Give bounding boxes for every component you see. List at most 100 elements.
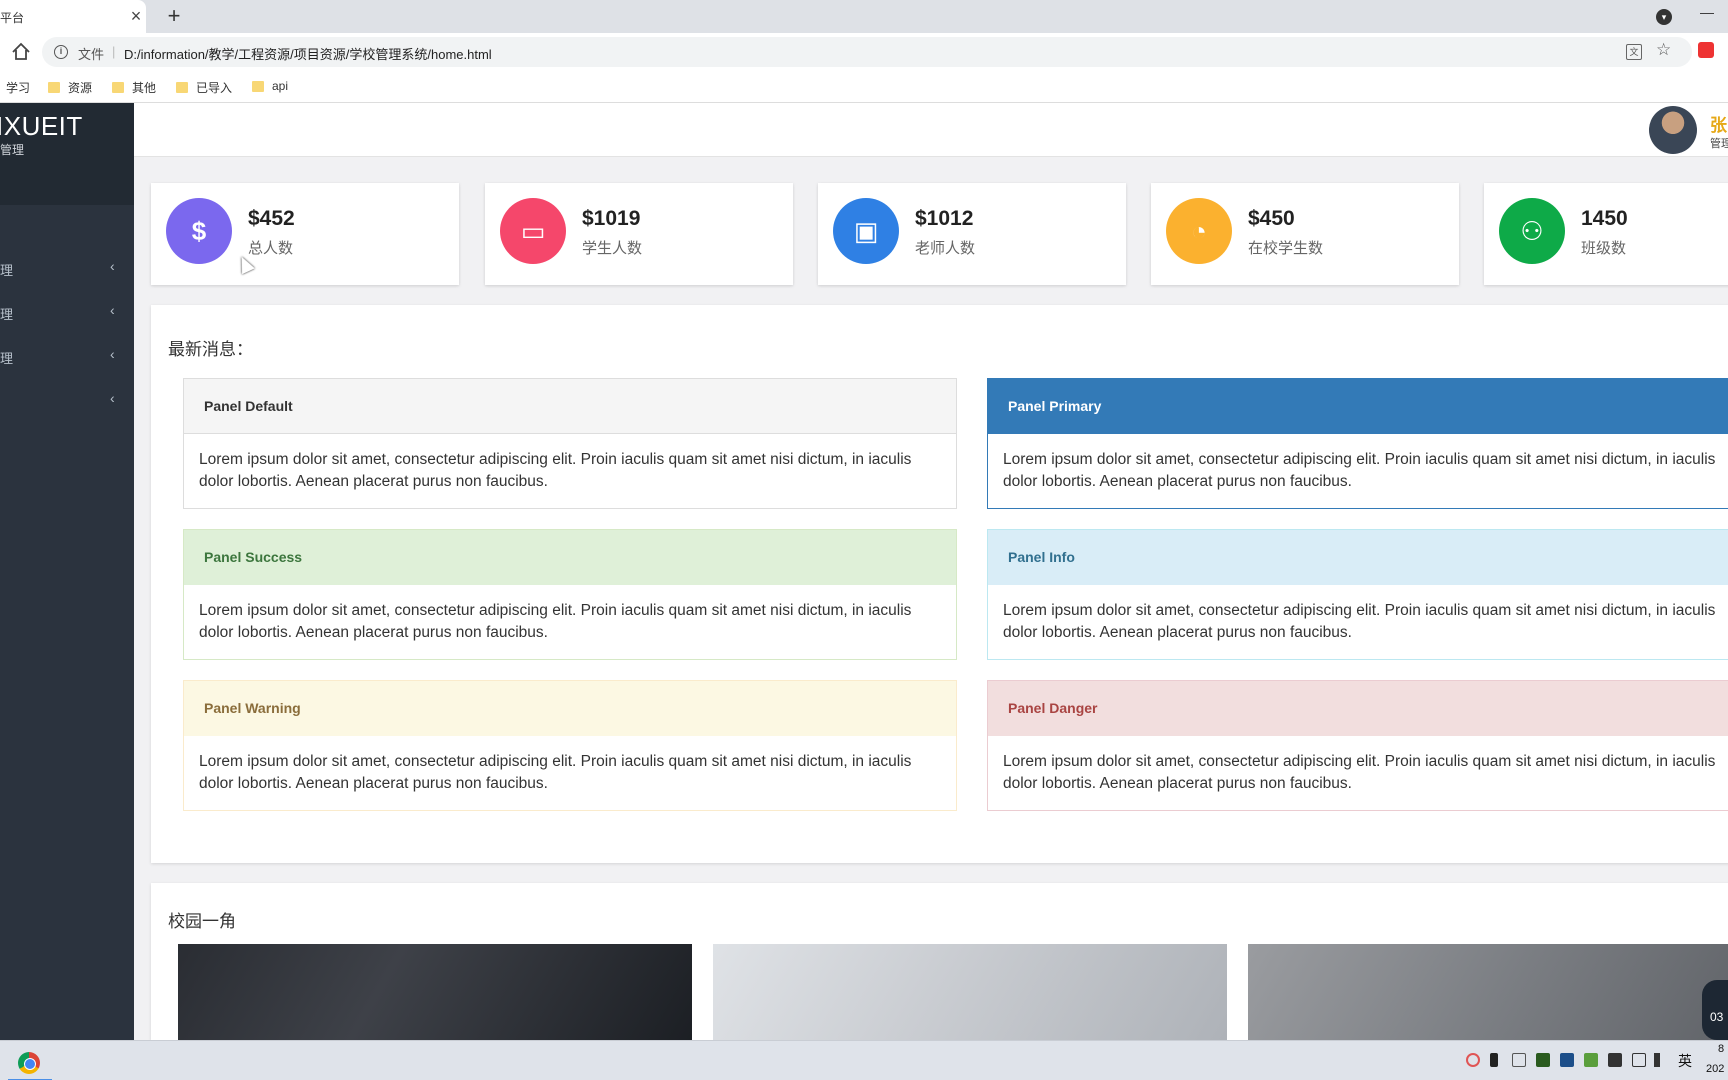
stat-card-classes: ⚇ 1450 班级数: [1484, 183, 1728, 285]
nvidia-icon[interactable]: [1536, 1053, 1550, 1067]
folder-icon: [176, 82, 188, 93]
browser-tabstrip: 平台 × + ▾ —: [0, 0, 1728, 33]
bookmark-star-icon[interactable]: ☆: [1656, 40, 1671, 60]
users-icon: ⚇: [1499, 198, 1565, 264]
news-box: 最新消息： Panel Default Lorem ipsum dolor si…: [151, 305, 1728, 863]
panel-success: Panel Success Lorem ipsum dolor sit amet…: [183, 529, 957, 660]
bookmarks-bar: 学习 资源 其他 已导入 api: [0, 71, 1728, 103]
gallery-title: 校园一角: [168, 912, 236, 931]
translate-icon[interactable]: 文: [1626, 44, 1642, 60]
stat-card-teachers: ▣ $1012 老师人数: [818, 183, 1126, 285]
brand[interactable]: IXUEIT 管理: [0, 103, 134, 165]
brand-subtitle: 管理: [0, 143, 25, 157]
stat-value: $1019: [582, 207, 641, 230]
stat-value: $452: [248, 207, 295, 230]
sidebar-item-label: 理: [0, 307, 14, 322]
microphone-icon[interactable]: [1490, 1053, 1498, 1067]
pie-chart-icon: ◔: [1166, 198, 1232, 264]
panel-warning: Panel Warning Lorem ipsum dolor sit amet…: [183, 680, 957, 811]
url-text[interactable]: D:/information/教学/工程资源/项目资源/学校管理系统/home.…: [124, 44, 492, 63]
clock-date[interactable]: 202: [1706, 1063, 1724, 1075]
network-icon[interactable]: [1632, 1053, 1646, 1067]
bookmark-label: api: [272, 79, 289, 93]
panel-heading: Panel Warning: [184, 681, 956, 736]
laptop-icon: ▭: [500, 198, 566, 264]
sidebar-item[interactable]: 理 ‹: [0, 338, 134, 374]
stat-label: 学生人数: [582, 240, 643, 257]
stat-label: 总人数: [248, 240, 294, 257]
taskbar: 英 8 202: [0, 1040, 1728, 1080]
panel-body: Lorem ipsum dolor sit amet, consectetur …: [1003, 753, 1716, 792]
panel-info: Panel Info Lorem ipsum dolor sit amet, c…: [987, 529, 1728, 660]
bookmark-label: 已导入: [196, 81, 233, 95]
chrome-taskbar-button[interactable]: [8, 1045, 52, 1080]
panel-heading: Panel Danger: [988, 681, 1728, 736]
home-icon[interactable]: [8, 39, 34, 65]
url-scheme-label: 文件: [78, 47, 105, 62]
chevron-left-icon: ‹: [110, 390, 115, 406]
stat-label: 班级数: [1581, 240, 1627, 257]
new-tab-button[interactable]: +: [160, 2, 188, 30]
chrome-icon: [18, 1052, 40, 1074]
input-method-indicator[interactable]: 英: [1678, 1051, 1692, 1071]
campus-photo[interactable]: [178, 944, 692, 1040]
sidebar: IXUEIT 管理 理 ‹ 理 ‹ 理 ‹ ‹: [0, 103, 134, 1040]
avatar[interactable]: [1649, 106, 1697, 154]
panel-body: Lorem ipsum dolor sit amet, consectetur …: [1003, 451, 1716, 490]
security-icon[interactable]: [1584, 1053, 1598, 1067]
sync-icon[interactable]: [1466, 1053, 1480, 1067]
top-header: 张 管理: [134, 103, 1728, 157]
sidebar-item[interactable]: 理 ‹: [0, 294, 134, 330]
chevron-left-icon: ‹: [110, 302, 115, 318]
campus-photo[interactable]: [713, 944, 1227, 1040]
panel-body: Lorem ipsum dolor sit amet, consectetur …: [199, 451, 912, 490]
user-name[interactable]: 张: [1710, 111, 1727, 136]
url-separator: |: [112, 44, 116, 59]
news-title: 最新消息：: [168, 340, 253, 359]
battery-icon[interactable]: [1608, 1053, 1622, 1067]
brand-name: IXUEIT: [0, 111, 83, 141]
stat-label: 在校学生数: [1248, 240, 1324, 257]
volume-icon[interactable]: [1654, 1053, 1668, 1067]
tab-search-icon[interactable]: ▾: [1656, 9, 1672, 25]
panel-danger: Panel Danger Lorem ipsum dolor sit amet,…: [987, 680, 1728, 811]
minimize-icon[interactable]: —: [1700, 4, 1714, 20]
info-icon[interactable]: i: [54, 45, 68, 59]
widget-text: 03: [1710, 1010, 1724, 1024]
campus-photo[interactable]: [1248, 944, 1728, 1040]
user-role: 管理: [1710, 138, 1728, 150]
tab-close-icon[interactable]: ×: [126, 4, 146, 28]
sidebar-active-item[interactable]: [0, 165, 134, 205]
stat-card-total: $ $452 总人数: [151, 183, 459, 285]
panel-heading: Panel Success: [184, 530, 956, 585]
bookmark-folder[interactable]: 已导入: [176, 79, 232, 96]
panel-heading: Panel Info: [988, 530, 1728, 585]
bookmark-folder[interactable]: 资源: [48, 79, 92, 96]
extension-icon[interactable]: [1698, 42, 1714, 58]
bookmark-label: 学习: [6, 81, 31, 95]
bookmark-label: 其他: [132, 81, 157, 95]
bookmark-folder[interactable]: 其他: [112, 79, 156, 96]
stat-card-enrolled: ◔ $450 在校学生数: [1151, 183, 1459, 285]
folder-icon: [252, 80, 264, 92]
bookmark-item[interactable]: 学习: [6, 79, 30, 96]
device-icon[interactable]: [1512, 1053, 1526, 1067]
panel-body: Lorem ipsum dolor sit amet, consectetur …: [199, 602, 912, 641]
address-bar[interactable]: i 文件 | D:/information/教学/工程资源/项目资源/学校管理系…: [42, 37, 1692, 67]
browser-tab[interactable]: 平台 ×: [0, 0, 146, 33]
app-tray-icon[interactable]: [1560, 1053, 1574, 1067]
tab-title: 平台: [0, 11, 25, 25]
panel-default: Panel Default Lorem ipsum dolor sit amet…: [183, 378, 957, 509]
sidebar-item-label: 理: [0, 351, 14, 366]
chevron-left-icon: ‹: [110, 258, 115, 274]
panel-body: Lorem ipsum dolor sit amet, consectetur …: [1003, 602, 1716, 641]
sidebar-item[interactable]: ‹: [0, 382, 134, 418]
bookmark-folder[interactable]: api: [252, 79, 288, 93]
clock-time[interactable]: 8: [1718, 1043, 1724, 1055]
money-icon: ▣: [833, 198, 899, 264]
sidebar-item[interactable]: 理 ‹: [0, 250, 134, 286]
dollar-icon: $: [166, 198, 232, 264]
chevron-left-icon: ‹: [110, 346, 115, 362]
panel-body: Lorem ipsum dolor sit amet, consectetur …: [199, 753, 912, 792]
floating-widget[interactable]: 03: [1702, 980, 1728, 1040]
